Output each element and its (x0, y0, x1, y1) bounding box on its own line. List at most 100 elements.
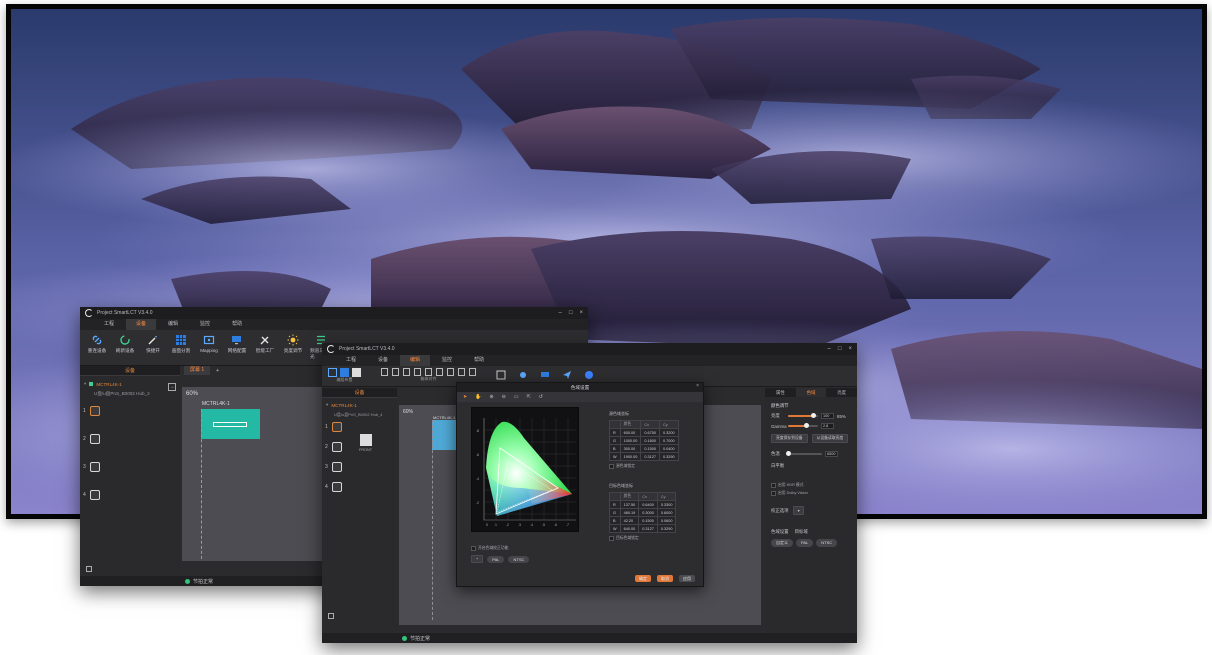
expand-icon[interactable]: ▾ (84, 381, 86, 387)
zoom-out-icon[interactable]: ⊖ (502, 394, 506, 400)
white-tool-icon[interactable] (352, 368, 361, 377)
ok-button[interactable]: 确定 (635, 575, 651, 582)
tab-brightness[interactable]: 亮度 (826, 388, 857, 397)
ribbon-brightness-button[interactable]: 亮度调节 (282, 333, 304, 354)
preset-pal-button[interactable]: PAL (487, 555, 505, 563)
expand-icon[interactable]: ▾ (326, 402, 328, 408)
menu-edit[interactable]: 编辑 (158, 319, 188, 330)
ribbon-split-button[interactable]: 画面分割 (170, 333, 192, 354)
layer-item-4[interactable]: 4 (83, 490, 100, 500)
pointer-icon[interactable]: ➤ (463, 394, 467, 400)
layer-item-4[interactable]: 4 (325, 482, 342, 492)
tab-properties[interactable]: 属性 (765, 388, 796, 397)
device-tree-root[interactable]: ▾ MCTRL4K-1 (80, 379, 180, 389)
ribbon-reconnect-button[interactable]: 重连设备 (86, 333, 108, 354)
close-icon[interactable]: × (848, 346, 852, 352)
align-middle-icon[interactable] (425, 368, 432, 376)
tab-gamut[interactable]: 色域 (795, 388, 827, 397)
cie-chromaticity-diagram[interactable]: 0 .1 .2 .3 .4 .5 .6 .7 .8 .6 .4 .2 (471, 407, 579, 532)
close-icon[interactable]: × (579, 310, 583, 316)
close-icon[interactable]: × (696, 383, 699, 389)
preset-ntsc-button[interactable]: NTSC (508, 555, 530, 563)
white-balance-section[interactable]: 白平衡 (771, 463, 851, 469)
color-temp-slider[interactable] (786, 451, 822, 456)
status-ok-icon (402, 635, 407, 641)
ribbon-network-button[interactable]: 网络配置 (226, 333, 248, 354)
menu-help[interactable]: 帮助 (464, 355, 494, 366)
export-icon[interactable]: → (168, 383, 176, 391)
device-tree-root[interactable]: ▾ MCTRL4K-1 (322, 400, 397, 410)
menu-monitor[interactable]: 监控 (190, 319, 220, 330)
hand-icon[interactable]: ✋ (475, 394, 481, 400)
brightness-input[interactable]: 100 (821, 413, 834, 419)
tab-screen-1[interactable]: 屏幕 1 (184, 366, 211, 375)
front-layer-thumb[interactable] (360, 434, 372, 446)
align-right-icon[interactable] (403, 368, 410, 376)
match-size-icon[interactable] (469, 368, 476, 376)
align-center-icon[interactable] (392, 368, 399, 376)
preset-custom-button[interactable]: 自定义 (771, 539, 793, 547)
brightness-slider[interactable] (788, 413, 818, 418)
minimize-icon[interactable]: – (828, 346, 831, 352)
dolby-checkbox[interactable]: 启用 Dolby Vision (771, 491, 851, 496)
minimize-icon[interactable]: – (559, 310, 562, 316)
maximize-icon[interactable]: □ (838, 346, 842, 352)
align-left-icon[interactable] (381, 368, 388, 376)
ribbon-refresh-button[interactable]: 刷新设备 (114, 333, 136, 354)
ribbon-mapping-button[interactable]: Mapping (198, 333, 220, 353)
brightness-label: 亮度 (771, 413, 780, 418)
fit-icon[interactable]: ▭ (514, 394, 519, 400)
led-screen-block[interactable] (432, 420, 456, 450)
ribbon-quick-button[interactable]: 快捷开 (142, 333, 164, 354)
apply-button[interactable]: 应用 (679, 575, 695, 582)
menu-device[interactable]: 设备 (126, 319, 157, 330)
align-top-icon[interactable] (414, 368, 421, 376)
distribute-h-icon[interactable] (447, 368, 454, 376)
add-tab-icon[interactable]: + (216, 368, 219, 374)
export-icon[interactable]: ⇱ (527, 394, 531, 400)
layer-item-3[interactable]: 3 (325, 462, 342, 472)
color-temp-input[interactable]: 6500 (825, 451, 838, 457)
select-tool-icon[interactable] (328, 368, 337, 377)
maximize-icon[interactable]: □ (569, 310, 573, 316)
load-brightness-button[interactable]: 从设备读取亮度 (811, 434, 849, 443)
align-bottom-icon[interactable] (436, 368, 443, 376)
device-tree-sub[interactable]: U盘/u盘PnS_B0002 Hub_2 (80, 389, 180, 399)
ribbon-label: 刷新设备 (115, 348, 135, 353)
reset-icon[interactable]: ↺ (539, 394, 543, 400)
slider-knob[interactable] (804, 423, 809, 428)
menu-help[interactable]: 帮助 (222, 319, 252, 330)
enable-gamut-checkbox[interactable]: 开启色域校正功能 (471, 546, 508, 551)
layer-item-1[interactable]: 1 (325, 422, 342, 432)
add-preset-button[interactable]: + (471, 555, 484, 563)
cancel-button[interactable]: 取消 (657, 575, 673, 582)
menu-monitor[interactable]: 监控 (432, 355, 462, 366)
hdr-checkbox[interactable]: 启用 HDR 模式 (771, 483, 851, 488)
trash-icon[interactable] (86, 566, 92, 572)
gamma-slider[interactable] (788, 423, 818, 428)
zoom-in-icon[interactable]: ⊕ (489, 394, 493, 400)
target-lock-checkbox[interactable]: 目标色域锁定 (609, 536, 676, 541)
save-brightness-button[interactable]: 亮度保存到设备 (771, 434, 808, 443)
gamma-input[interactable]: 2.8 (821, 423, 834, 429)
layer-item-2[interactable]: 2 (83, 434, 100, 444)
menu-device[interactable]: 设备 (368, 355, 398, 366)
layer-item-3[interactable]: 3 (83, 462, 100, 472)
source-lock-checkbox[interactable]: 源色域锁定 (609, 464, 679, 469)
menu-edit[interactable]: 编辑 (400, 355, 431, 366)
slider-knob[interactable] (811, 413, 816, 418)
layer-item-1[interactable]: 1 (83, 406, 100, 416)
device-tree-sub[interactable]: U盘/u盘PnS_B0002 Hub_4 (322, 410, 397, 420)
layout-tool-icon[interactable] (340, 368, 349, 377)
menu-project[interactable]: 工程 (94, 319, 124, 330)
led-screen-block[interactable] (201, 409, 260, 439)
preset-ntsc-button[interactable]: NTSC (816, 539, 838, 547)
distribute-v-icon[interactable] (458, 368, 465, 376)
preset-pal-button[interactable]: PAL (796, 539, 814, 547)
trash-icon[interactable] (328, 613, 334, 619)
menu-project[interactable]: 工程 (336, 355, 366, 366)
slider-knob[interactable] (786, 451, 791, 456)
correction-dropdown[interactable]: ▾ (792, 506, 805, 515)
layer-item-2[interactable]: 2 (325, 442, 342, 452)
ribbon-factory-button[interactable]: 智能工厂 (254, 333, 276, 354)
